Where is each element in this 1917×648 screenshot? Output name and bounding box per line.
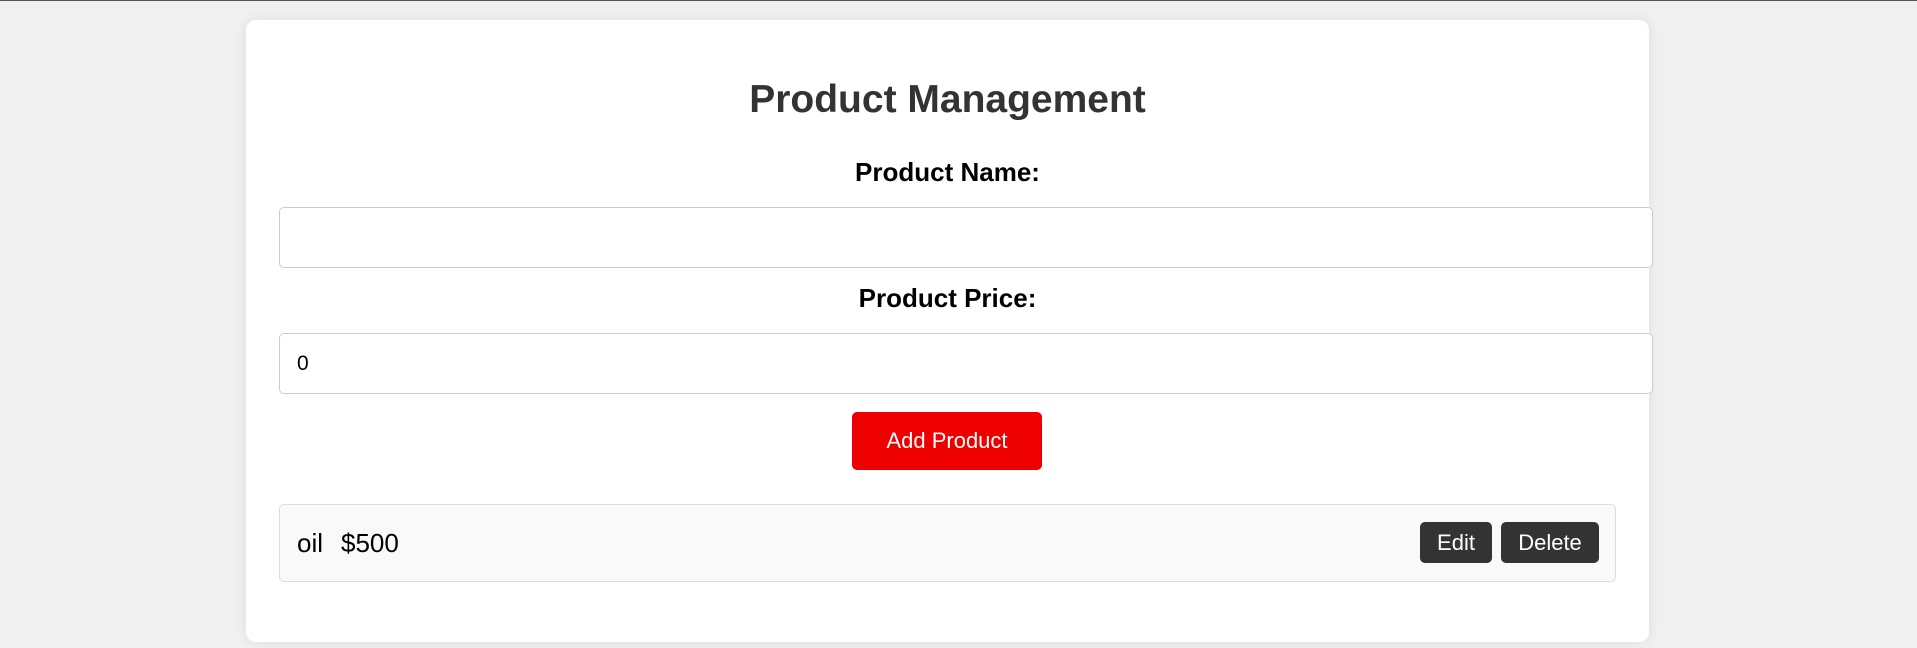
edit-button[interactable]: Edit <box>1420 522 1492 563</box>
add-product-button[interactable]: Add Product <box>852 412 1042 470</box>
product-list: oil $500 Edit Delete <box>279 504 1616 582</box>
delete-button[interactable]: Delete <box>1501 522 1599 563</box>
product-row: oil $500 Edit Delete <box>279 504 1616 582</box>
product-price-input[interactable] <box>279 333 1653 394</box>
page-title: Product Management <box>749 78 1146 121</box>
product-price-label: Product Price: <box>858 283 1037 313</box>
product-management-card: Product Management Product Name: Product… <box>246 20 1653 642</box>
product-name-input[interactable] <box>279 207 1653 268</box>
product-name: oil <box>297 528 324 558</box>
product-name-label: Product Name: <box>855 157 1040 187</box>
product-price: $500 <box>341 528 399 558</box>
